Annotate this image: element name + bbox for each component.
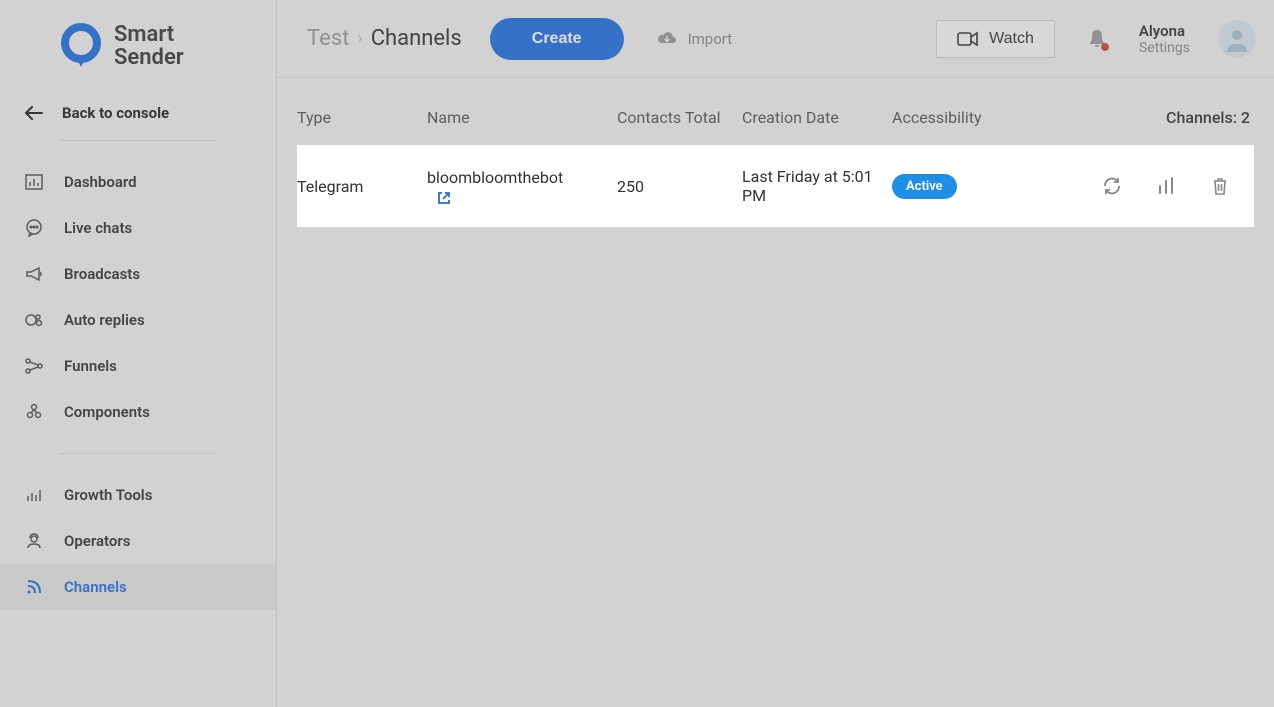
sidebar-item-label: Live chats xyxy=(64,219,132,237)
table-row[interactable]: Telegram bloombloomthebot 250 Last Frida… xyxy=(297,145,1254,227)
arrow-left-icon xyxy=(24,106,44,120)
col-name: Name xyxy=(427,108,617,127)
sidebar-item-livechats[interactable]: Live chats xyxy=(0,205,276,251)
user-menu[interactable]: Alyona Settings xyxy=(1139,22,1190,56)
sidebar-item-label: Channels xyxy=(64,578,127,596)
breadcrumb-current: Channels xyxy=(371,26,462,51)
sidebar-item-label: Broadcasts xyxy=(64,265,140,283)
breadcrumb-parent[interactable]: Test xyxy=(307,26,349,51)
breadcrumb: Test › Channels xyxy=(307,26,462,51)
user-name: Alyona xyxy=(1139,22,1185,40)
col-type: Type xyxy=(297,108,427,127)
sidebar: Smart Sender Back to console xyxy=(0,0,277,707)
sidebar-item-components[interactable]: Components xyxy=(0,389,276,435)
sidebar-item-channels[interactable]: Channels xyxy=(0,564,276,610)
avatar[interactable] xyxy=(1218,20,1256,58)
channels-count: Channels: 2 xyxy=(1067,108,1254,127)
sidebar-item-dashboard[interactable]: Dashboard xyxy=(0,159,276,205)
cell-type: Telegram xyxy=(297,177,427,196)
sidebar-item-label: Components xyxy=(64,403,150,421)
cell-contacts: 250 xyxy=(617,177,742,196)
user-settings-label: Settings xyxy=(1139,40,1190,56)
rss-icon xyxy=(24,578,44,596)
growth-icon xyxy=(24,487,44,503)
sidebar-item-label: Auto replies xyxy=(64,311,145,329)
row-actions xyxy=(1067,176,1254,196)
back-to-console-link[interactable]: Back to console xyxy=(0,84,276,140)
create-button[interactable]: Create xyxy=(490,18,624,60)
nav-secondary: Growth Tools Operators Channels xyxy=(0,472,276,610)
sidebar-item-label: Funnels xyxy=(64,357,117,375)
notifications-button[interactable] xyxy=(1087,28,1107,50)
cloud-download-icon xyxy=(656,30,678,48)
cell-creation: Last Friday at 5:01 PM xyxy=(742,167,892,205)
notification-dot-icon xyxy=(1101,43,1109,51)
refresh-icon[interactable] xyxy=(1102,176,1122,196)
user-avatar-icon xyxy=(1224,26,1250,52)
sidebar-item-funnels[interactable]: Funnels xyxy=(0,343,276,389)
import-label: Import xyxy=(688,30,733,48)
logo-text: Smart Sender xyxy=(114,23,184,69)
table-header: Type Name Contacts Total Creation Date A… xyxy=(297,108,1254,145)
megaphone-icon xyxy=(24,266,44,282)
col-accessibility: Accessibility xyxy=(892,108,1067,127)
dashboard-icon xyxy=(24,174,44,190)
sidebar-item-growthtools[interactable]: Growth Tools xyxy=(0,472,276,518)
sidebar-item-label: Dashboard xyxy=(64,173,137,191)
operator-icon xyxy=(24,533,44,549)
external-link-icon[interactable] xyxy=(437,191,617,205)
divider xyxy=(60,140,216,141)
import-link[interactable]: Import xyxy=(656,30,733,48)
sidebar-item-label: Operators xyxy=(64,532,131,550)
components-icon xyxy=(24,403,44,421)
cell-name: bloombloomthebot xyxy=(427,168,617,205)
topbar: Test › Channels Create Import xyxy=(277,0,1274,78)
app-logo[interactable]: Smart Sender xyxy=(0,18,276,84)
col-contacts: Contacts Total xyxy=(617,108,742,127)
sidebar-item-autoreplies[interactable]: Auto replies xyxy=(0,297,276,343)
trash-icon[interactable] xyxy=(1210,176,1230,196)
sidebar-item-broadcasts[interactable]: Broadcasts xyxy=(0,251,276,297)
sidebar-item-operators[interactable]: Operators xyxy=(0,518,276,564)
col-creation: Creation Date xyxy=(742,108,892,127)
logo-icon xyxy=(60,23,102,69)
stats-icon[interactable] xyxy=(1156,176,1176,196)
back-label: Back to console xyxy=(62,104,169,122)
chevron-right-icon: › xyxy=(357,28,362,49)
watch-label: Watch xyxy=(989,30,1034,48)
content: Type Name Contacts Total Creation Date A… xyxy=(277,78,1274,227)
watch-button[interactable]: Watch xyxy=(936,20,1055,58)
chat-icon xyxy=(24,219,44,237)
nav-primary: Dashboard Live chats Broadcasts xyxy=(0,159,276,435)
channel-name: bloombloomthebot xyxy=(427,168,617,187)
funnel-icon xyxy=(24,358,44,374)
status-badge: Active xyxy=(892,174,957,199)
cell-accessibility: Active xyxy=(892,174,1067,199)
divider xyxy=(60,453,216,454)
sidebar-item-label: Growth Tools xyxy=(64,486,152,504)
main-area: Test › Channels Create Import xyxy=(277,0,1274,707)
autoreply-icon xyxy=(24,312,44,328)
video-icon xyxy=(957,31,979,47)
